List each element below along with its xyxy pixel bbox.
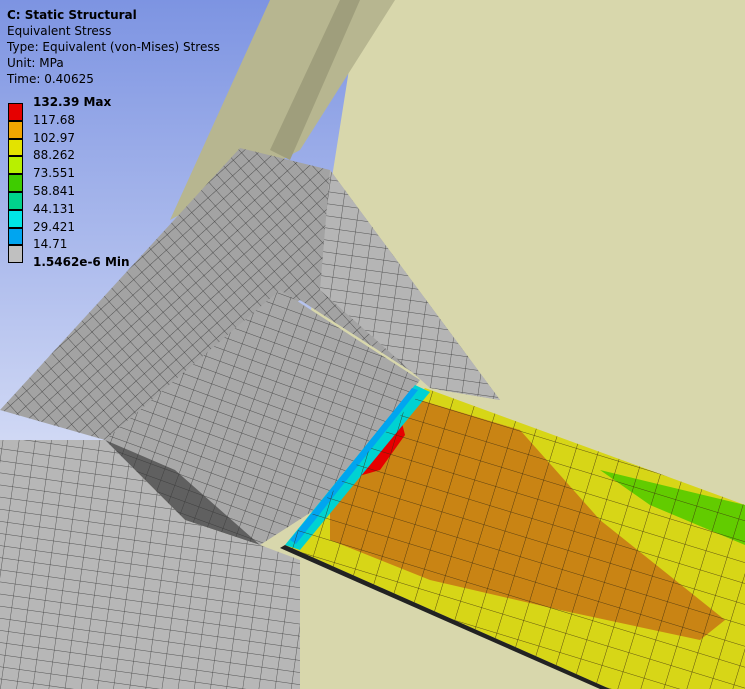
legend-value: 117.68 [33, 112, 75, 127]
legend-value: 14.71 [33, 237, 68, 252]
legend-swatch [8, 156, 23, 175]
legend-swatch [8, 227, 23, 246]
result-name: Equivalent Stress [7, 24, 112, 38]
legend-value: 44.131 [33, 201, 75, 216]
model-view[interactable] [0, 0, 745, 689]
graphics-viewport[interactable] [0, 0, 745, 689]
result-type: Type: Equivalent (von-Mises) Stress [7, 40, 220, 54]
legend-swatch [8, 120, 23, 139]
legend-swatch [8, 138, 23, 157]
legend-value: 102.97 [33, 130, 75, 145]
result-time: Time: 0.40625 [7, 72, 94, 86]
analysis-title: C: Static Structural [7, 8, 137, 22]
legend-swatch [8, 191, 23, 210]
legend-value: 1.5462e-6 Min [33, 255, 130, 270]
legend-value: 58.841 [33, 183, 75, 198]
legend-value: 132.39 Max [33, 95, 112, 109]
legend-swatch [8, 209, 23, 228]
legend-swatch [8, 103, 23, 121]
legend-value: 73.551 [33, 166, 75, 181]
result-info-panel: C: Static Structural Equivalent Stress T… [7, 7, 220, 87]
legend-value: 29.421 [33, 219, 75, 234]
legend-value: 88.262 [33, 148, 75, 163]
legend-swatch [8, 174, 23, 192]
legend-swatch [8, 245, 23, 264]
result-unit: Unit: MPa [7, 56, 64, 70]
